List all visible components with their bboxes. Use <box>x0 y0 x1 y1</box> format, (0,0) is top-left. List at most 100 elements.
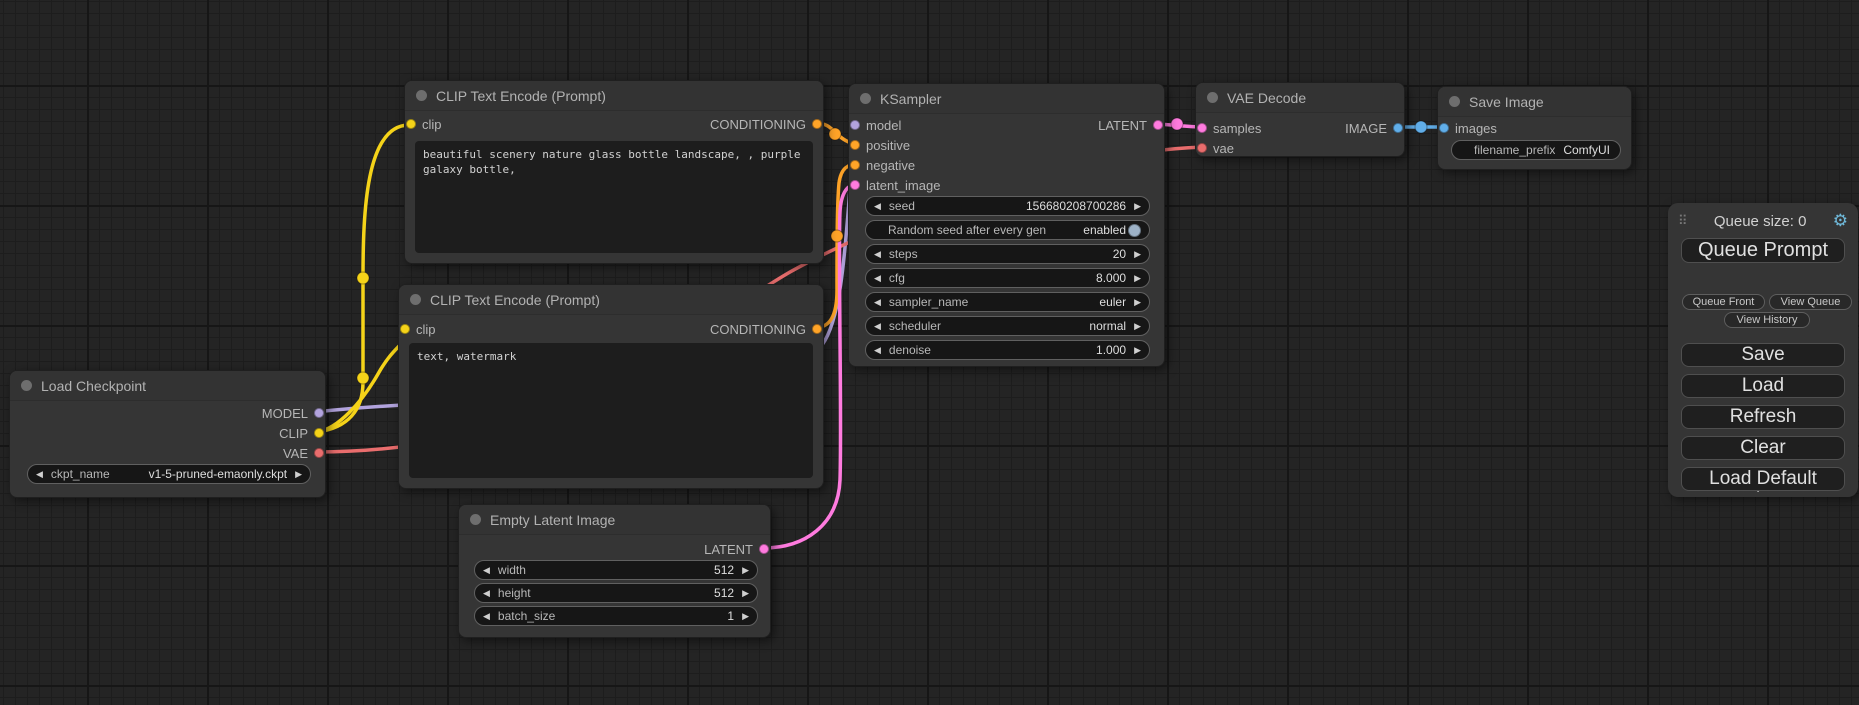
batch-size-widget[interactable]: ◀ batch_size 1 ▶ <box>474 606 758 626</box>
node-ksampler[interactable]: KSampler model positive negative latent_… <box>848 83 1165 367</box>
input-vae[interactable]: vae <box>1196 138 1234 158</box>
clear-button[interactable]: Clear <box>1681 436 1845 460</box>
queue-front-button[interactable]: Queue Front <box>1682 294 1765 310</box>
conditioning-port-dot[interactable] <box>812 324 822 334</box>
clip-port-dot[interactable] <box>314 428 324 438</box>
decrement-arrow-icon[interactable]: ◀ <box>874 322 881 331</box>
latent-port-dot[interactable] <box>850 180 860 190</box>
latent-port-dot[interactable] <box>759 544 769 554</box>
height-widget[interactable]: ◀ height 512 ▶ <box>474 583 758 603</box>
collapse-dot-icon[interactable] <box>416 90 427 101</box>
output-clip[interactable]: CLIP <box>279 423 325 443</box>
reroute-dot-latent[interactable] <box>1171 118 1183 130</box>
clip-port-dot[interactable] <box>406 119 416 129</box>
node-title-bar[interactable]: Save Image <box>1438 87 1631 117</box>
node-title-bar[interactable]: Load Checkpoint <box>10 371 325 401</box>
output-image[interactable]: IMAGE <box>1345 118 1404 138</box>
random-seed-toggle-widget[interactable]: Random seed after every gen enabled <box>865 220 1150 240</box>
output-latent[interactable]: LATENT <box>704 539 770 559</box>
image-port-dot[interactable] <box>1393 123 1403 133</box>
save-button[interactable]: Save <box>1681 343 1845 367</box>
conditioning-port-dot[interactable] <box>850 140 860 150</box>
scheduler-widget[interactable]: ◀ scheduler normal ▶ <box>865 316 1150 336</box>
increment-arrow-icon[interactable]: ▶ <box>742 589 749 598</box>
gear-icon[interactable]: ⚙ <box>1833 211 1848 231</box>
conditioning-port-dot[interactable] <box>812 119 822 129</box>
seed-widget[interactable]: ◀ seed 156680208700286 ▶ <box>865 196 1150 216</box>
model-port-dot[interactable] <box>314 408 324 418</box>
collapse-dot-icon[interactable] <box>21 380 32 391</box>
decrement-arrow-icon[interactable]: ◀ <box>483 589 490 598</box>
node-load-checkpoint[interactable]: Load Checkpoint MODEL CLIP VAE ◀ ckpt_na… <box>9 370 326 498</box>
decrement-arrow-icon[interactable]: ◀ <box>874 274 881 283</box>
refresh-button[interactable]: Refresh <box>1681 405 1845 429</box>
output-conditioning[interactable]: CONDITIONING <box>710 114 823 134</box>
collapse-dot-icon[interactable] <box>410 294 421 305</box>
node-title-bar[interactable]: KSampler <box>849 84 1164 114</box>
clip-port-dot[interactable] <box>400 324 410 334</box>
node-save-image[interactable]: Save Image images filename_prefix ComfyU… <box>1437 86 1632 170</box>
reroute-dot-conditioning[interactable] <box>829 128 841 140</box>
input-clip[interactable]: clip <box>399 319 436 339</box>
load-button[interactable]: Load <box>1681 374 1845 398</box>
increment-arrow-icon[interactable]: ▶ <box>1134 322 1141 331</box>
view-queue-button[interactable]: View Queue <box>1769 294 1852 310</box>
increment-arrow-icon[interactable]: ▶ <box>1134 250 1141 259</box>
input-clip[interactable]: clip <box>405 114 442 134</box>
input-model[interactable]: model <box>849 115 901 135</box>
output-vae[interactable]: VAE <box>283 443 325 463</box>
ckpt-name-widget[interactable]: ◀ ckpt_name v1-5-pruned-emaonly.ckpt ▶ <box>27 464 311 484</box>
collapse-dot-icon[interactable] <box>470 514 481 525</box>
image-port-dot[interactable] <box>1439 123 1449 133</box>
node-graph-canvas[interactable]: Load Checkpoint MODEL CLIP VAE ◀ ckpt_na… <box>0 0 1859 705</box>
output-latent[interactable]: LATENT <box>1098 115 1164 135</box>
increment-arrow-icon[interactable]: ▶ <box>1134 346 1141 355</box>
collapse-dot-icon[interactable] <box>1449 96 1460 107</box>
increment-arrow-icon[interactable]: ▶ <box>295 470 302 479</box>
queue-prompt-button[interactable]: Queue Prompt <box>1681 238 1845 263</box>
width-widget[interactable]: ◀ width 512 ▶ <box>474 560 758 580</box>
sampler-name-widget[interactable]: ◀ sampler_name euler ▶ <box>865 292 1150 312</box>
vae-port-dot[interactable] <box>314 448 324 458</box>
vae-port-dot[interactable] <box>1197 143 1207 153</box>
collapse-dot-icon[interactable] <box>1207 92 1218 103</box>
node-title-bar[interactable]: CLIP Text Encode (Prompt) <box>399 285 823 315</box>
collapse-dot-icon[interactable] <box>860 93 871 104</box>
increment-arrow-icon[interactable]: ▶ <box>1134 274 1141 283</box>
increment-arrow-icon[interactable]: ▶ <box>742 566 749 575</box>
denoise-widget[interactable]: ◀ denoise 1.000 ▶ <box>865 340 1150 360</box>
view-history-button[interactable]: View History <box>1724 312 1810 328</box>
decrement-arrow-icon[interactable]: ◀ <box>483 612 490 621</box>
output-model[interactable]: MODEL <box>262 403 325 423</box>
decrement-arrow-icon[interactable]: ◀ <box>874 250 881 259</box>
filename-prefix-widget[interactable]: filename_prefix ComfyUI <box>1451 140 1621 160</box>
decrement-arrow-icon[interactable]: ◀ <box>483 566 490 575</box>
positive-prompt-textarea[interactable]: beautiful scenery nature glass bottle la… <box>415 141 813 253</box>
increment-arrow-icon[interactable]: ▶ <box>1134 202 1141 211</box>
model-port-dot[interactable] <box>850 120 860 130</box>
node-title-bar[interactable]: VAE Decode <box>1196 83 1404 113</box>
input-negative[interactable]: negative <box>849 155 915 175</box>
input-samples[interactable]: samples <box>1196 118 1261 138</box>
node-title-bar[interactable]: CLIP Text Encode (Prompt) <box>405 81 823 111</box>
increment-arrow-icon[interactable]: ▶ <box>742 612 749 621</box>
steps-widget[interactable]: ◀ steps 20 ▶ <box>865 244 1150 264</box>
negative-prompt-textarea[interactable]: text, watermark <box>409 343 813 478</box>
conditioning-port-dot[interactable] <box>850 160 860 170</box>
decrement-arrow-icon[interactable]: ◀ <box>874 346 881 355</box>
cfg-widget[interactable]: ◀ cfg 8.000 ▶ <box>865 268 1150 288</box>
input-images[interactable]: images <box>1438 118 1497 138</box>
node-vae-decode[interactable]: VAE Decode samples vae IMAGE <box>1195 82 1405 157</box>
node-title-bar[interactable]: Empty Latent Image <box>459 505 770 535</box>
queue-panel[interactable]: ⠿ Queue size: 0 ⚙ Queue Prompt Extra opt… <box>1668 203 1858 497</box>
input-positive[interactable]: positive <box>849 135 910 155</box>
reroute-dot-clip[interactable] <box>357 372 369 384</box>
decrement-arrow-icon[interactable]: ◀ <box>874 202 881 211</box>
toggle-indicator[interactable] <box>1128 224 1141 237</box>
drag-handle-icon[interactable]: ⠿ <box>1678 213 1688 229</box>
reroute-dot-conditioning[interactable] <box>831 230 843 242</box>
node-empty-latent-image[interactable]: Empty Latent Image LATENT ◀ width 512 ▶ … <box>458 504 771 638</box>
node-clip-text-encode-positive[interactable]: CLIP Text Encode (Prompt) clip CONDITION… <box>404 80 824 264</box>
input-latent-image[interactable]: latent_image <box>849 175 940 195</box>
reroute-dot-image[interactable] <box>1415 121 1427 133</box>
